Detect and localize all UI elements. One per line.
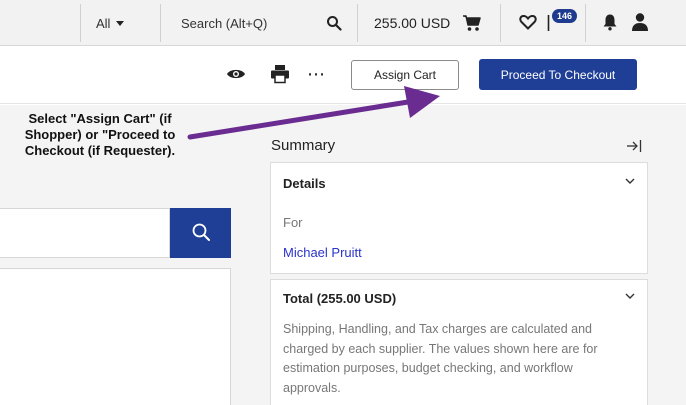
user-icon[interactable] bbox=[631, 12, 649, 32]
divider bbox=[500, 4, 501, 42]
instruction-callout: Select "Assign Cart" (if Shopper) or "Pr… bbox=[2, 111, 198, 159]
search-icon[interactable] bbox=[326, 15, 342, 31]
assign-cart-button[interactable]: Assign Cart bbox=[351, 60, 459, 90]
eye-icon[interactable] bbox=[226, 67, 246, 81]
catalog-search-input[interactable] bbox=[0, 208, 170, 258]
cart-total[interactable]: 255.00 USD bbox=[374, 0, 450, 46]
divider bbox=[160, 4, 161, 42]
requester-name-link[interactable]: Michael Pruitt bbox=[283, 245, 362, 260]
search-icon bbox=[192, 223, 210, 241]
total-heading: Total (255.00 USD) bbox=[283, 291, 397, 306]
print-icon[interactable] bbox=[270, 64, 290, 84]
for-label: For bbox=[283, 215, 303, 230]
chevron-down-icon[interactable] bbox=[625, 178, 635, 184]
chevron-down-icon[interactable] bbox=[625, 293, 635, 299]
caret-down-icon bbox=[116, 20, 125, 26]
global-search-input[interactable]: Search (Alt+Q) bbox=[181, 0, 267, 46]
divider bbox=[357, 4, 358, 42]
details-card: Details For Michael Pruitt bbox=[270, 162, 648, 274]
notifications-badge: 146 bbox=[552, 9, 578, 23]
divider bbox=[80, 4, 81, 42]
bell-icon[interactable] bbox=[601, 13, 619, 31]
cart-icon[interactable] bbox=[462, 13, 482, 33]
divider bbox=[585, 4, 586, 42]
heart-icon[interactable] bbox=[519, 13, 537, 31]
charges-note: Shipping, Handling, and Tax charges are … bbox=[283, 322, 598, 395]
search-scope-label: All bbox=[96, 15, 111, 31]
callout-line: Shopper) or "Proceed to bbox=[24, 127, 176, 142]
top-nav-bar: All Search (Alt+Q) 255.00 USD 146 bbox=[0, 0, 686, 46]
summary-title: Summary bbox=[271, 137, 336, 154]
proceed-to-checkout-button[interactable]: Proceed To Checkout bbox=[479, 59, 637, 90]
cart-action-bar: ⋯ Assign Cart Proceed To Checkout bbox=[0, 46, 686, 104]
search-placeholder: Search (Alt+Q) bbox=[181, 15, 268, 31]
results-panel bbox=[0, 268, 231, 405]
total-card: Total (255.00 USD) Shipping, Handling, a… bbox=[270, 279, 648, 405]
details-heading: Details bbox=[283, 176, 326, 191]
search-scope-dropdown[interactable]: All bbox=[96, 0, 125, 46]
callout-line: Checkout (if Requester). bbox=[24, 143, 176, 158]
catalog-search-button[interactable] bbox=[170, 208, 231, 258]
collapse-panel-icon[interactable] bbox=[626, 139, 642, 153]
callout-line: Select "Assign Cart" (if bbox=[28, 111, 172, 126]
more-icon[interactable]: ⋯ bbox=[307, 65, 326, 83]
